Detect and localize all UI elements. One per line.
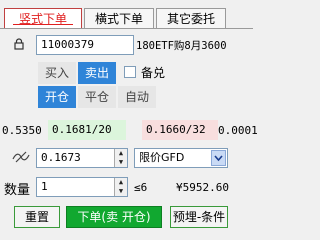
order-type-select[interactable]: 限价GFD: [134, 148, 228, 168]
order-type-value: 限价GFD: [139, 151, 185, 164]
chevron-down-icon[interactable]: [211, 150, 226, 166]
close-position-button[interactable]: 平仓: [78, 86, 116, 108]
max-qty[interactable]: ≤6: [134, 181, 147, 194]
qty-label: 数量: [4, 183, 31, 198]
price-link-icon[interactable]: [12, 151, 30, 163]
auto-button[interactable]: 自动: [118, 86, 156, 108]
contract-name: 180ETF购8月3600: [136, 40, 227, 52]
qty-stepper[interactable]: ▲ ▼: [114, 178, 127, 196]
submit-order-button[interactable]: 下单(卖 开仓): [66, 206, 162, 228]
price-up-icon[interactable]: ▲: [115, 149, 127, 158]
tab-vertical-order[interactable]: 竖式下单: [4, 8, 82, 28]
tab-divider: [0, 28, 253, 29]
bid-quote[interactable]: 0.1681/20: [48, 120, 126, 140]
covered-checkbox[interactable]: [124, 66, 136, 78]
qty-up-icon[interactable]: ▲: [115, 178, 127, 187]
price-tick: 0.0001: [218, 124, 258, 137]
last-price[interactable]: 0.5350: [2, 124, 42, 137]
lock-icon[interactable]: [14, 38, 24, 50]
price-stepper[interactable]: ▲ ▼: [114, 149, 127, 167]
open-position-button[interactable]: 开仓: [38, 86, 76, 108]
amount: ¥5952.60: [176, 181, 229, 194]
covered-label: 备兑: [141, 66, 166, 80]
sell-button[interactable]: 卖出: [78, 62, 116, 84]
tab-other-orders[interactable]: 其它委托: [156, 8, 226, 28]
qty-input[interactable]: 1 ▲ ▼: [36, 177, 128, 197]
contract-code-input[interactable]: 11000379: [36, 35, 134, 55]
tab-horizontal-order[interactable]: 横式下单: [84, 8, 154, 28]
qty-down-icon[interactable]: ▼: [115, 187, 127, 196]
price-down-icon[interactable]: ▼: [115, 158, 127, 167]
price-value: 0.1673: [41, 151, 81, 164]
buy-button[interactable]: 买入: [38, 62, 76, 84]
qty-value: 1: [41, 180, 48, 193]
price-input[interactable]: 0.1673 ▲ ▼: [36, 148, 128, 168]
preset-condition-button[interactable]: 预埋-条件: [170, 206, 228, 228]
ask-quote[interactable]: 0.1660/32: [142, 120, 218, 140]
reset-button[interactable]: 重置: [14, 206, 60, 228]
